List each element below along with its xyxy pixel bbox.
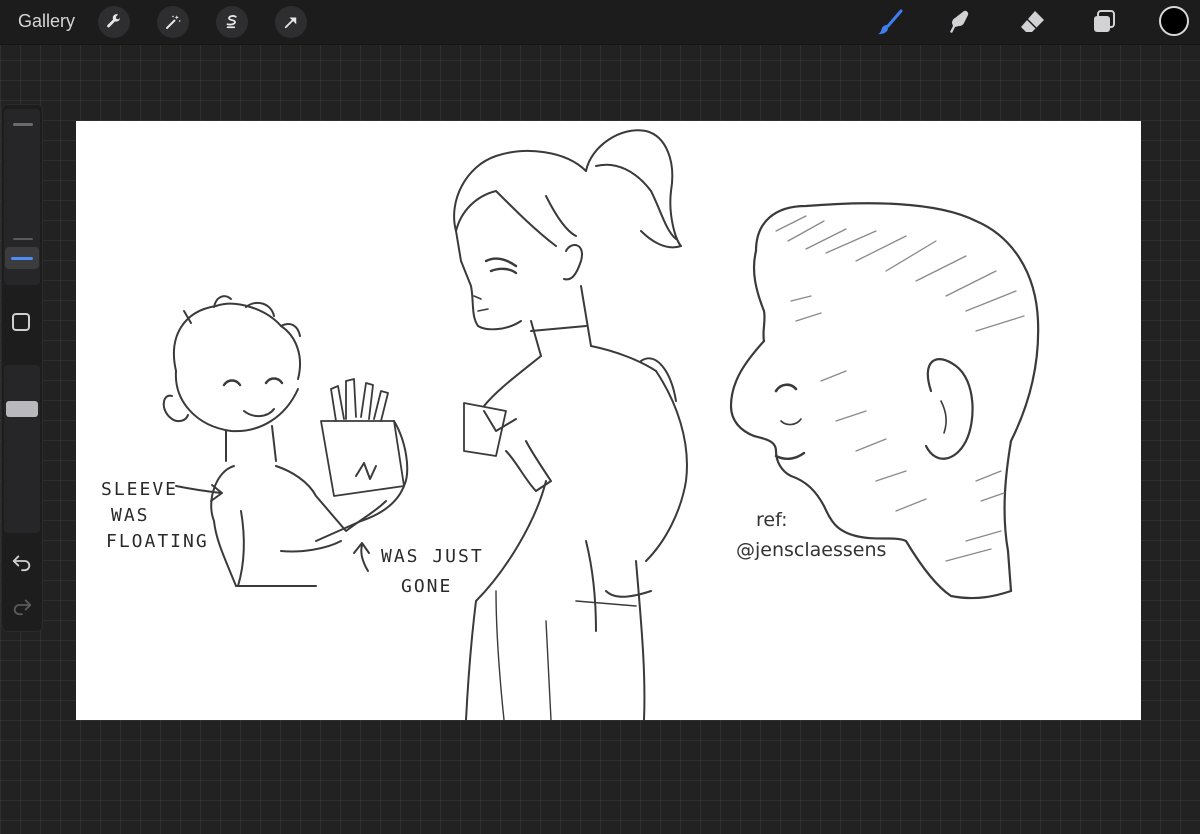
size-slider-top-mark: [13, 123, 33, 126]
magic-wand-icon: [166, 15, 182, 29]
adjustments-button[interactable]: [157, 6, 189, 38]
brush-size-slider[interactable]: [4, 109, 40, 285]
transform-arrow-icon: [284, 17, 297, 29]
annotation-sleeve-line2: WAS: [111, 505, 150, 526]
annotation-arrows: [175, 484, 370, 572]
top-toolbar: Gallery: [0, 0, 1200, 45]
gallery-button[interactable]: Gallery: [18, 11, 75, 32]
size-handle-indicator: [11, 257, 33, 260]
annotation-sleeve-line1: SLEEVE: [101, 479, 179, 500]
undo-icon: [12, 555, 31, 572]
redo-icon: [13, 599, 32, 616]
undo-button[interactable]: [10, 549, 34, 573]
brush-opacity-handle[interactable]: [6, 401, 38, 417]
annotation-ref-handle: @jensclaessens: [736, 539, 887, 561]
brush-size-handle[interactable]: [5, 247, 39, 269]
drawing-canvas[interactable]: SLEEVE WAS FLOATING WAS JUST GONE ref: @…: [76, 121, 1141, 720]
eraser-icon: [1021, 11, 1044, 32]
actions-button[interactable]: [98, 6, 130, 38]
head-shading: [775, 215, 1025, 562]
color-picker-swatch[interactable]: [1159, 6, 1189, 36]
annotation-gone-line2: GONE: [401, 576, 453, 597]
brush-icon: [878, 9, 903, 35]
brush-opacity-slider[interactable]: [4, 365, 40, 533]
sketch-artwork: [162, 129, 1040, 720]
selection-icon: [226, 15, 237, 29]
modify-button[interactable]: [12, 313, 30, 331]
smudge-tool-button[interactable]: [946, 7, 976, 37]
annotation-gone-line1: WAS JUST: [381, 546, 484, 567]
transform-button[interactable]: [275, 6, 307, 38]
brush-sidebar: [2, 105, 42, 631]
selection-button[interactable]: [216, 6, 248, 38]
wrench-icon: [107, 14, 120, 28]
woman-sketch: [453, 129, 688, 720]
size-slider-mark: [13, 238, 33, 240]
eraser-tool-button[interactable]: [1017, 7, 1047, 37]
layers-button[interactable]: [1089, 7, 1119, 37]
annotation-sleeve-line3: FLOATING: [106, 531, 209, 552]
smudge-icon: [950, 10, 969, 33]
redo-button[interactable]: [10, 593, 34, 617]
brush-tool-button[interactable]: [875, 7, 905, 37]
annotation-ref-label: ref:: [756, 509, 788, 531]
layers-icon: [1094, 10, 1115, 32]
